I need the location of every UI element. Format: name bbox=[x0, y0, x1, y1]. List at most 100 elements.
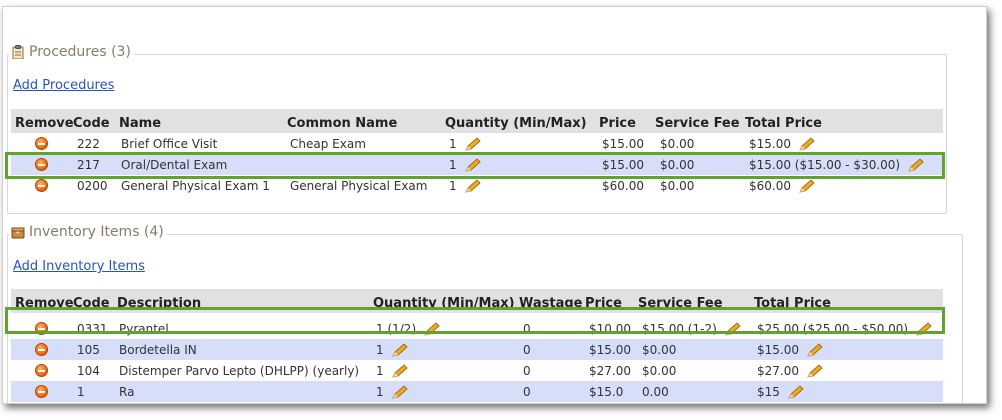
remove-icon[interactable] bbox=[35, 385, 48, 398]
col-total-price: Total Price bbox=[745, 116, 822, 131]
pencil-icon[interactable] bbox=[390, 384, 408, 399]
remove-icon[interactable] bbox=[35, 364, 48, 377]
quantity-value: 1 bbox=[376, 342, 384, 357]
pencil-icon[interactable] bbox=[805, 363, 823, 378]
wastage-cell: 0 bbox=[523, 363, 531, 378]
pencil-icon[interactable] bbox=[463, 136, 481, 151]
name-cell: Oral/Dental Exam bbox=[121, 157, 228, 172]
service-fee-cell: $0.00 bbox=[642, 342, 677, 357]
col-service-fee: Service Fee bbox=[655, 116, 740, 131]
wastage-cell: 0 bbox=[523, 342, 531, 357]
table-row: 0200 General Physical Exam 1 General Phy… bbox=[11, 175, 943, 196]
wastage-cell: 0 bbox=[523, 321, 531, 336]
total-value: $15.00 bbox=[749, 136, 791, 151]
inventory-header-row: Remove Code Description Quantity (Min/Ma… bbox=[11, 289, 943, 313]
quantity-value: 1 bbox=[376, 363, 384, 378]
pencil-icon[interactable] bbox=[906, 157, 924, 172]
quantity-value: 1 bbox=[449, 136, 457, 151]
total-cell: $15.00 bbox=[757, 339, 823, 360]
pencil-icon[interactable] bbox=[422, 321, 440, 336]
remove-icon[interactable] bbox=[35, 322, 48, 335]
service-fee-cell: $0.00 bbox=[660, 178, 695, 193]
quantity-cell: 1 bbox=[376, 360, 408, 381]
pencil-icon[interactable] bbox=[463, 157, 481, 172]
remove-cell bbox=[35, 381, 48, 402]
table-row: 105 Bordetella IN 1 0 $15.00 $0.00 $15.0… bbox=[11, 339, 943, 360]
remove-icon[interactable] bbox=[35, 158, 48, 171]
inventory-table: Remove Code Description Quantity (Min/Ma… bbox=[11, 289, 943, 403]
procedures-table: Remove Code Name Common Name Quantity (M… bbox=[11, 109, 943, 199]
box-icon bbox=[11, 227, 25, 239]
total-cell: $25.00 ($25.00 - $50.00) bbox=[757, 318, 932, 339]
service-fee-cell: $0.00 bbox=[660, 136, 695, 151]
pencil-icon[interactable] bbox=[723, 321, 741, 336]
quantity-cell: 1 bbox=[376, 381, 408, 402]
add-procedures-link[interactable]: Add Procedures bbox=[13, 78, 114, 93]
pencil-icon[interactable] bbox=[463, 178, 481, 193]
description-cell: Ra bbox=[119, 384, 135, 399]
quantity-value: 1 (1/2) bbox=[376, 321, 417, 336]
total-value: $25.00 ($25.00 - $50.00) bbox=[757, 321, 909, 336]
code-cell: 1 bbox=[77, 384, 85, 399]
total-value: $15 bbox=[757, 384, 780, 399]
table-row: 217 Oral/Dental Exam 1 $15.00 $0.00 $15.… bbox=[11, 154, 943, 175]
pencil-icon[interactable] bbox=[786, 384, 804, 399]
procedures-section-title: Procedures (3) bbox=[9, 44, 134, 60]
code-cell: 104 bbox=[77, 363, 100, 378]
cut-out-screenshot: Procedures (3) Add Procedures Remove Cod… bbox=[2, 6, 987, 404]
remove-icon[interactable] bbox=[35, 179, 48, 192]
total-cell: $60.00 bbox=[749, 175, 815, 196]
name-cell: General Physical Exam 1 bbox=[121, 178, 270, 193]
procedures-title: Procedures (3) bbox=[29, 44, 131, 60]
code-cell: 0331 bbox=[77, 321, 108, 336]
quantity-value: 1 bbox=[449, 157, 457, 172]
total-value: $27.00 bbox=[757, 363, 799, 378]
table-row: 0331 Pyrantel 1 (1/2) 0 $10.00 $15.00 (1… bbox=[11, 318, 943, 339]
description-cell: Bordetella IN bbox=[119, 342, 197, 357]
col-price: Price bbox=[585, 296, 622, 311]
quantity-value: 1 bbox=[449, 178, 457, 193]
pencil-icon[interactable] bbox=[914, 321, 932, 336]
code-cell: 222 bbox=[77, 136, 100, 151]
total-cell: $27.00 bbox=[757, 360, 823, 381]
col-wastage: Wastage bbox=[519, 296, 583, 311]
table-row: 104 Distemper Parvo Lepto (DHLPP) (yearl… bbox=[11, 360, 943, 381]
common-name-cell: Cheap Exam bbox=[290, 136, 366, 151]
pencil-icon[interactable] bbox=[390, 342, 408, 357]
col-total-price: Total Price bbox=[754, 296, 831, 311]
pencil-icon[interactable] bbox=[797, 178, 815, 193]
add-inventory-items-link[interactable]: Add Inventory Items bbox=[13, 259, 145, 274]
remove-cell bbox=[35, 339, 48, 360]
pencil-icon[interactable] bbox=[805, 342, 823, 357]
remove-icon[interactable] bbox=[35, 343, 48, 356]
total-cell: $15.00 ($15.00 - $30.00) bbox=[749, 154, 924, 175]
description-cell: Pyrantel bbox=[119, 321, 169, 336]
pencil-icon[interactable] bbox=[390, 363, 408, 378]
pencil-icon[interactable] bbox=[797, 136, 815, 151]
col-code: Code bbox=[73, 296, 110, 311]
quantity-cell: 1 bbox=[449, 133, 481, 154]
col-name: Name bbox=[119, 116, 162, 131]
total-value: $15.00 bbox=[757, 342, 799, 357]
remove-cell bbox=[35, 360, 48, 381]
price-cell: $60.00 bbox=[602, 178, 644, 193]
service-fee-cell: 0.00 bbox=[642, 384, 669, 399]
description-cell: Distemper Parvo Lepto (DHLPP) (yearly) bbox=[119, 363, 360, 378]
remove-icon[interactable] bbox=[35, 137, 48, 150]
col-remove: Remove bbox=[15, 296, 74, 311]
name-cell: Brief Office Visit bbox=[121, 136, 218, 151]
remove-cell bbox=[35, 154, 48, 175]
price-cell: $15.00 bbox=[602, 136, 644, 151]
remove-cell bbox=[35, 133, 48, 154]
price-cell: $15.00 bbox=[602, 157, 644, 172]
price-cell: $27.00 bbox=[589, 363, 631, 378]
table-row: 222 Brief Office Visit Cheap Exam 1 $15.… bbox=[11, 133, 943, 154]
price-cell: $10.00 bbox=[589, 321, 631, 336]
total-value: $15.00 ($15.00 - $30.00) bbox=[749, 157, 901, 172]
col-quantity: Quantity (Min/Max) bbox=[445, 116, 587, 131]
remove-cell bbox=[35, 318, 48, 339]
total-cell: $15 bbox=[757, 381, 804, 402]
service-fee-cell: $0.00 bbox=[642, 363, 677, 378]
code-cell: 0200 bbox=[77, 178, 108, 193]
quantity-cell: 1 bbox=[449, 175, 481, 196]
